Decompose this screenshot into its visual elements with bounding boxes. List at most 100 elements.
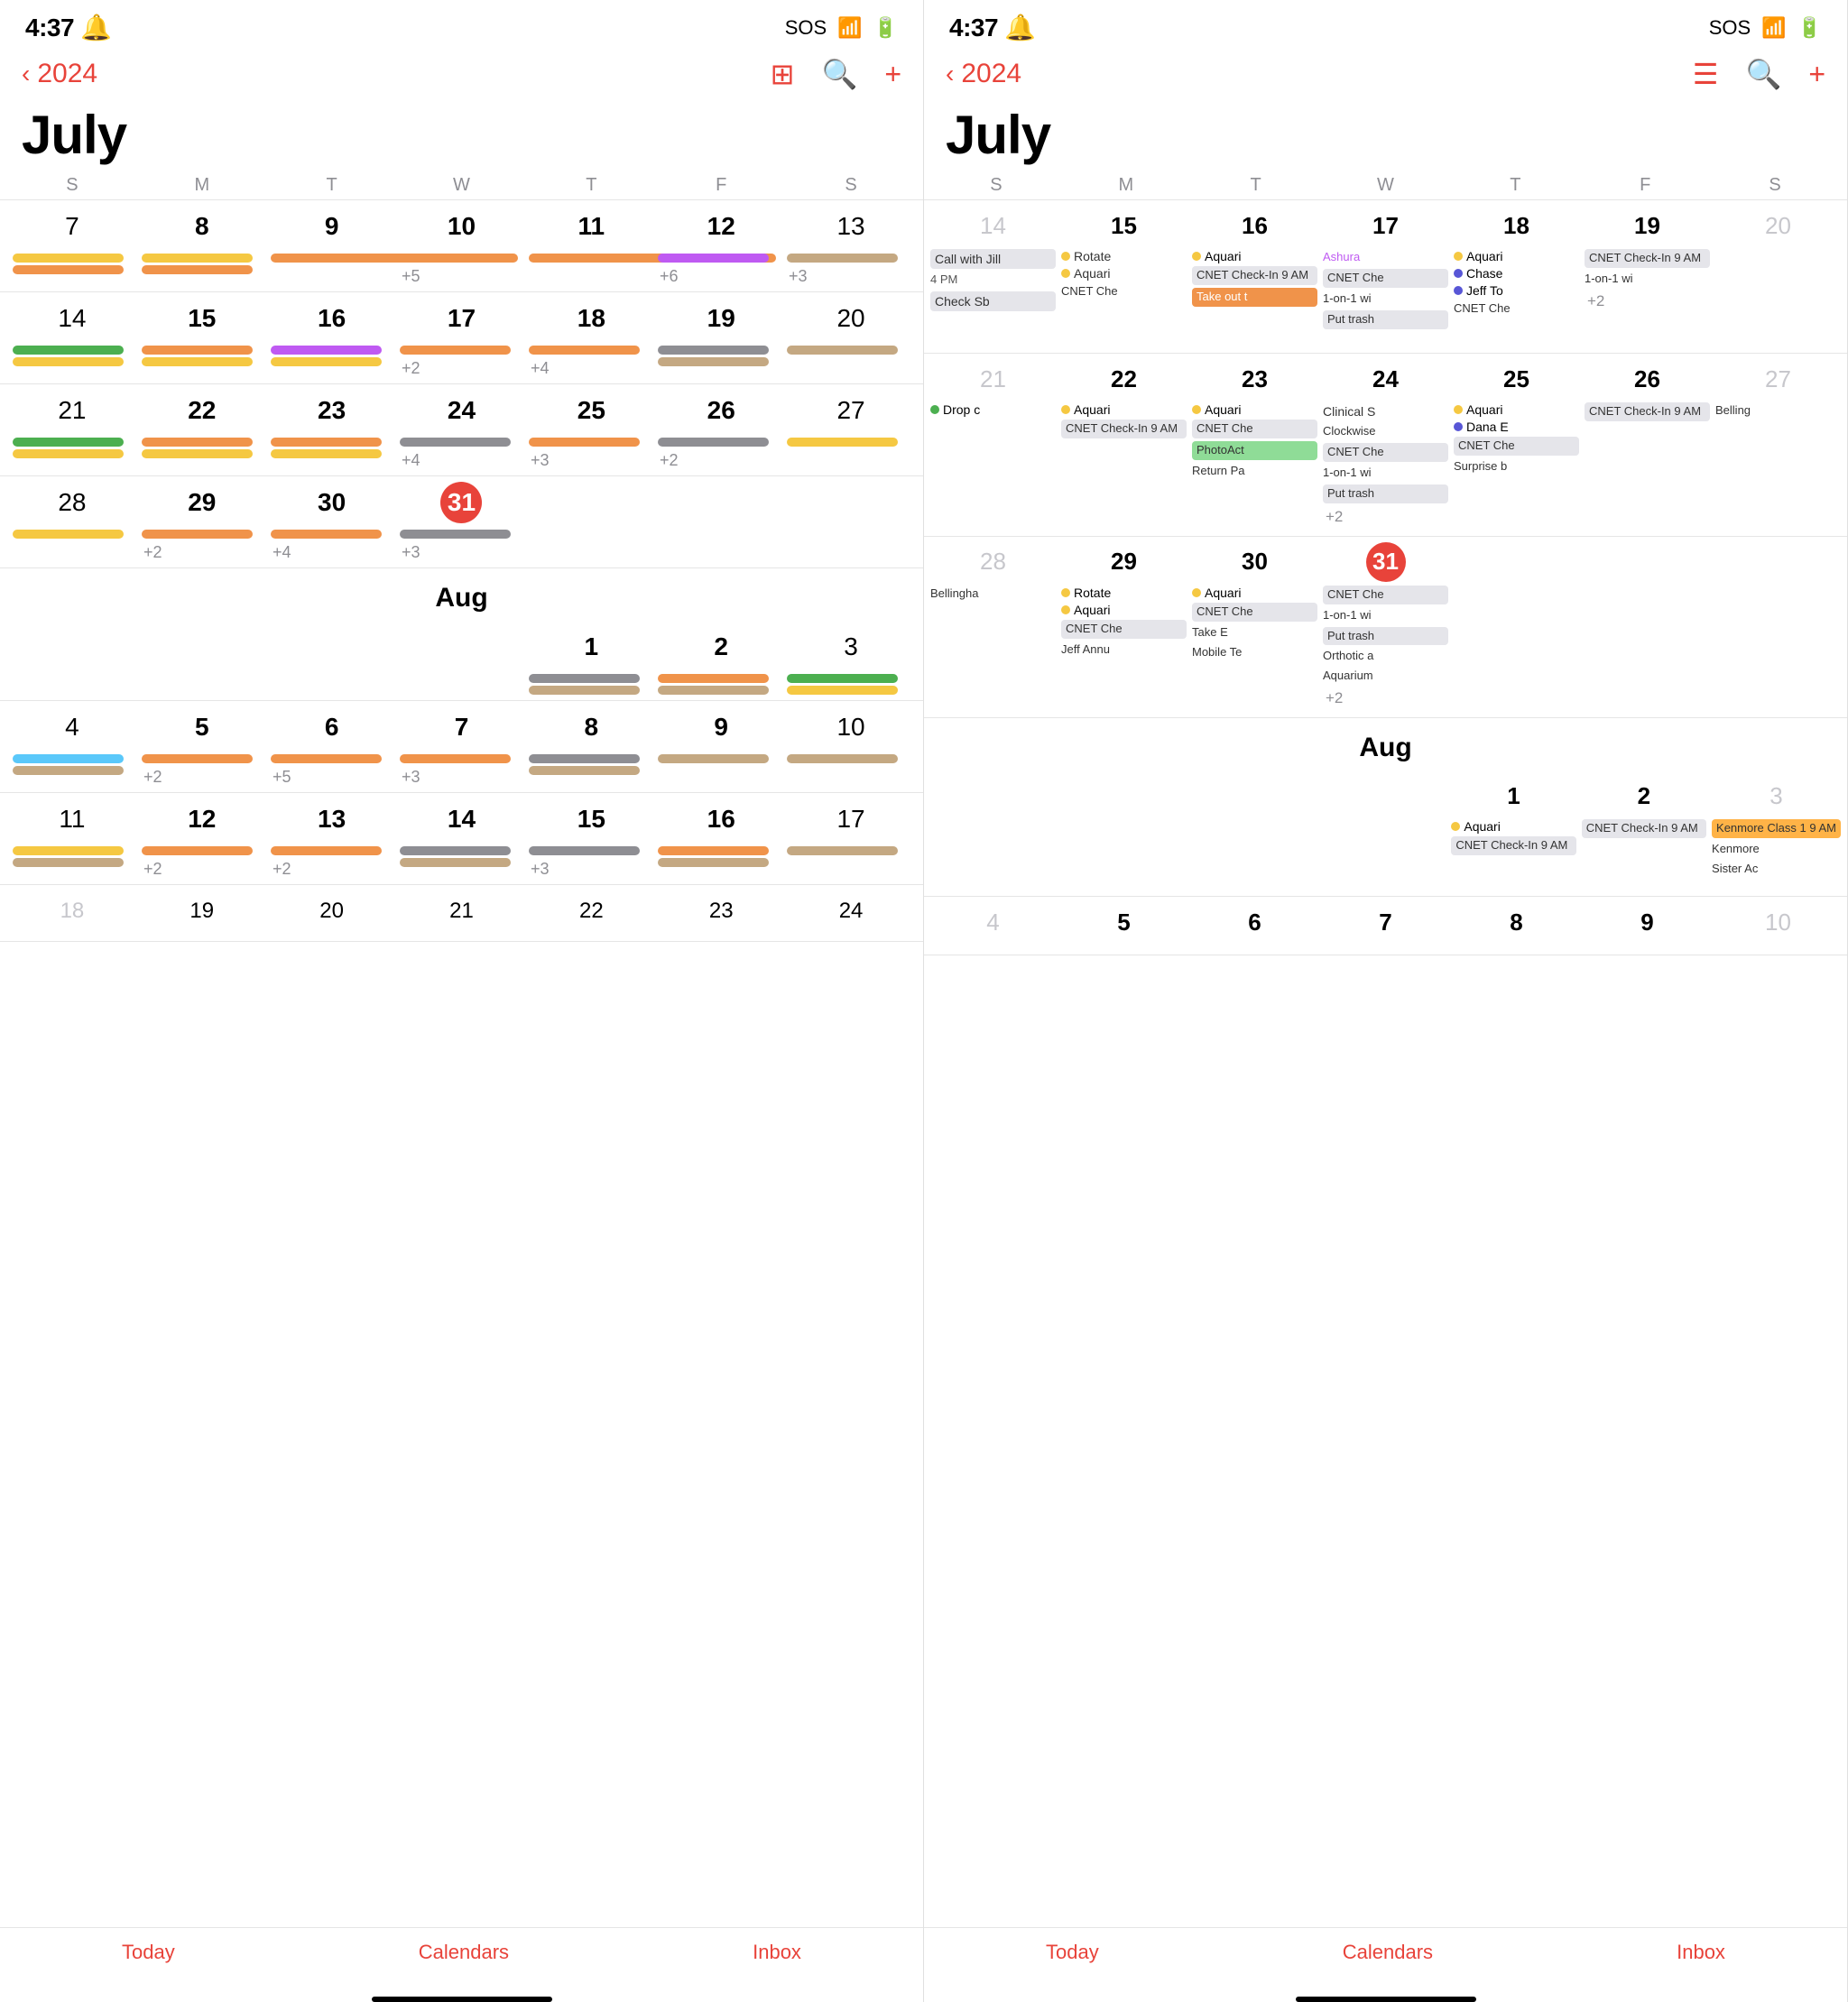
add-icon-left[interactable]: + xyxy=(884,58,901,91)
day-col-14[interactable]: 14 Call with Jill 4 PM Check Sb xyxy=(928,204,1058,346)
month-grid-left[interactable]: 7 8 9 10 11 12 13 xyxy=(0,200,923,1927)
year-right[interactable]: 2024 xyxy=(961,59,1021,89)
dow-s2: S xyxy=(786,171,916,199)
day-col-aug2r[interactable] xyxy=(1582,540,1713,710)
day-cell-aug8[interactable]: 8 xyxy=(526,705,656,752)
day-cell-24[interactable]: 24 xyxy=(397,388,527,435)
day-col-aug1r[interactable] xyxy=(1451,540,1582,710)
day-cell-aug6[interactable]: 6 xyxy=(267,705,397,752)
day-cell-aug7[interactable]: 7 xyxy=(397,705,527,752)
day-col-28r[interactable]: 28 Bellingha xyxy=(928,540,1058,710)
search-icon-right[interactable]: 🔍 xyxy=(1745,57,1781,91)
dow-header-right: S M T W T F S xyxy=(924,171,1847,200)
nav-calendars-left[interactable]: Calendars xyxy=(419,1941,509,1964)
sos-right: SOS xyxy=(1709,16,1751,40)
header-back-right[interactable]: ‹ 2024 xyxy=(946,59,1021,89)
month-grid-right[interactable]: 14 Call with Jill 4 PM Check Sb 15 Rotat… xyxy=(924,200,1847,1927)
day-cell-9[interactable]: 9 xyxy=(267,204,397,251)
day-cell-14[interactable]: 14 xyxy=(7,296,137,343)
day-cell-aug2b[interactable]: 2 xyxy=(656,624,786,671)
nav-inbox-right[interactable]: Inbox xyxy=(1677,1941,1725,1964)
day-cell-7[interactable]: 7 xyxy=(7,204,137,251)
day-cell-aug13[interactable]: 13 xyxy=(267,797,397,844)
day-28-events: Bellingha xyxy=(929,586,1057,603)
day-cell-11[interactable]: 11 xyxy=(526,204,656,251)
day-cell-aug11[interactable]: 11 xyxy=(7,797,137,844)
day-cell-10[interactable]: 10 xyxy=(397,204,527,251)
nav-inbox-left[interactable]: Inbox xyxy=(753,1941,801,1964)
day-cell-21[interactable]: 21 xyxy=(7,388,137,435)
search-icon-left[interactable]: 🔍 xyxy=(821,57,857,91)
day-cell-27[interactable]: 27 xyxy=(786,388,916,435)
day-col-26[interactable]: 26 CNET Check-In 9 AM xyxy=(1582,357,1713,529)
battery-right: 🔋 xyxy=(1797,16,1822,40)
back-arrow-right[interactable]: ‹ xyxy=(946,60,954,88)
day-cell-15[interactable]: 15 xyxy=(137,296,267,343)
day-col-22[interactable]: 22 Aquari CNET Check-In 9 AM xyxy=(1058,357,1189,529)
back-arrow-left[interactable]: ‹ xyxy=(22,60,30,88)
day-col-18[interactable]: 18 Aquari Chase Jeff To CNET Che xyxy=(1451,204,1582,346)
day-cell-30[interactable]: 30 xyxy=(267,480,397,527)
week-row-aug1-3: 1 Aquari CNET Check-In 9 AM 2 CNET Check… xyxy=(924,770,1847,897)
day-cell-25[interactable]: 25 xyxy=(526,388,656,435)
day-col-15[interactable]: 15 Rotate Aquari CNET Che xyxy=(1058,204,1189,346)
day-col-31r[interactable]: 31 CNET Che 1-on-1 wi Put trash Orthotic… xyxy=(1320,540,1451,710)
day-col-20[interactable]: 20 xyxy=(1713,204,1843,346)
day-col-16[interactable]: 16 Aquari CNET Check-In 9 AM Take out t xyxy=(1189,204,1320,346)
day-cell-12[interactable]: 12 xyxy=(656,204,786,251)
day-cell-aug9[interactable]: 9 xyxy=(656,705,786,752)
day-col-17[interactable]: 17 Ashura CNET Che 1-on-1 wi Put trash xyxy=(1320,204,1451,346)
day-cell-aug15[interactable]: 15 xyxy=(526,797,656,844)
day-cell-26[interactable]: 26 xyxy=(656,388,786,435)
day-cell-aug12[interactable]: 12 xyxy=(137,797,267,844)
day-cell-aug16[interactable]: 16 xyxy=(656,797,786,844)
day-col-21[interactable]: 21 Drop c xyxy=(928,357,1058,529)
day-cell-16[interactable]: 16 xyxy=(267,296,397,343)
day-cell-28[interactable]: 28 xyxy=(7,480,137,527)
bottom-nav-left: Today Calendars Inbox xyxy=(0,1927,923,1991)
day-aug1-events: Aquari CNET Check-In 9 AM xyxy=(1450,819,1576,855)
day-cell-13[interactable]: 13 xyxy=(786,204,916,251)
day-col-30r[interactable]: 30 Aquari CNET Che Take E Mobile Te xyxy=(1189,540,1320,710)
day-cell-aug14[interactable]: 14 xyxy=(397,797,527,844)
day-cell-8[interactable]: 8 xyxy=(137,204,267,251)
day-cell-aug1b[interactable]: 1 xyxy=(526,624,656,671)
day-col-aug3r[interactable] xyxy=(1713,540,1843,710)
day-col-19[interactable]: 19 CNET Check-In 9 AM 1-on-1 wi +2 xyxy=(1582,204,1713,346)
year-left[interactable]: 2024 xyxy=(37,59,97,89)
sos-left: SOS xyxy=(785,16,827,40)
day-cell-aug4[interactable]: 4 xyxy=(7,705,137,752)
nav-today-right[interactable]: Today xyxy=(1046,1941,1099,1964)
left-panel: 4:37 🔔 SOS 📶 🔋 ‹ 2024 ⊞ 🔍 + July S M T W… xyxy=(0,0,924,2002)
day-cell-18[interactable]: 18 xyxy=(526,296,656,343)
day-cell-20[interactable]: 20 xyxy=(786,296,916,343)
day-cell-aug1[interactable] xyxy=(526,480,656,527)
day-col-27[interactable]: 27 Belling xyxy=(1713,357,1843,529)
day-cell-aug10[interactable]: 10 xyxy=(786,705,916,752)
grid-icon-left[interactable]: ⊞ xyxy=(771,57,795,91)
header-back-left[interactable]: ‹ 2024 xyxy=(22,59,97,89)
day-col-25[interactable]: 25 Aquari Dana E CNET Che Surprise b xyxy=(1451,357,1582,529)
day-col-29r[interactable]: 29 Rotate Aquari CNET Che Jeff Annu xyxy=(1058,540,1189,710)
day-col-23[interactable]: 23 Aquari CNET Che PhotoAct Return Pa xyxy=(1189,357,1320,529)
day-cell-aug3b[interactable]: 3 xyxy=(786,624,916,671)
day-cell-aug5[interactable]: 5 xyxy=(137,705,267,752)
day-cell-aug3[interactable] xyxy=(786,480,916,527)
day-cell-aug17[interactable]: 17 xyxy=(786,797,916,844)
day-cell-22[interactable]: 22 xyxy=(137,388,267,435)
day-cell-31[interactable]: 31 xyxy=(397,480,527,527)
day-cell-23[interactable]: 23 xyxy=(267,388,397,435)
day-cell-17[interactable]: 17 xyxy=(397,296,527,343)
day-col-aug1x[interactable]: 1 Aquari CNET Check-In 9 AM xyxy=(1448,774,1578,889)
nav-today-left[interactable]: Today xyxy=(122,1941,175,1964)
day-col-24[interactable]: 24 Clinical S Clockwise CNET Che 1-on-1 … xyxy=(1320,357,1451,529)
day-cell-19[interactable]: 19 xyxy=(656,296,786,343)
nav-calendars-right[interactable]: Calendars xyxy=(1343,1941,1433,1964)
add-icon-right[interactable]: + xyxy=(1808,58,1825,91)
status-bar-right: 4:37 🔔 SOS 📶 🔋 xyxy=(924,0,1847,50)
day-col-aug3x[interactable]: 3 Kenmore Class 1 9 AM Kenmore Sister Ac xyxy=(1709,774,1843,889)
view-toggle-icon[interactable]: ☰ xyxy=(1693,57,1719,91)
day-col-aug2x[interactable]: 2 CNET Check-In 9 AM xyxy=(1579,774,1709,889)
day-cell-aug2[interactable] xyxy=(656,480,786,527)
day-cell-29[interactable]: 29 xyxy=(137,480,267,527)
